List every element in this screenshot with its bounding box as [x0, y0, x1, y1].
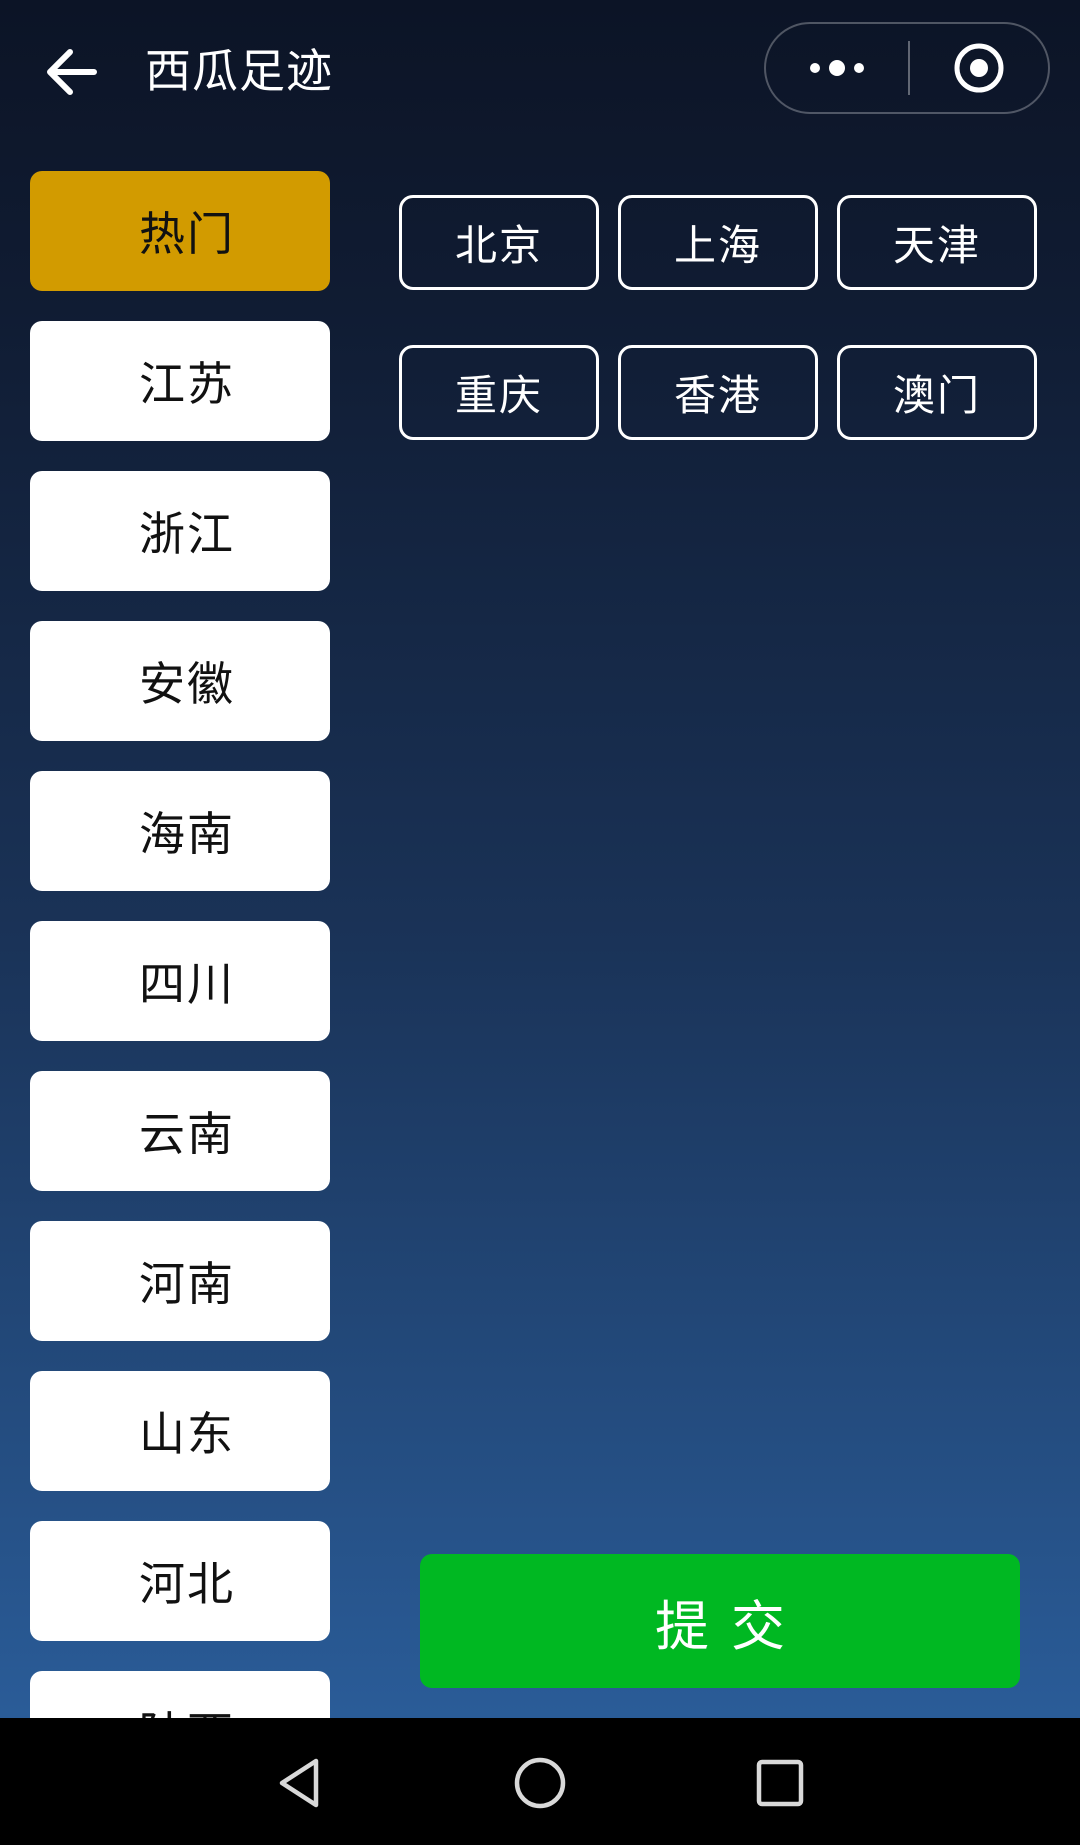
sidebar-item-zhejiang[interactable]: 浙江 — [30, 471, 330, 591]
close-miniprogram-button[interactable] — [910, 24, 1048, 112]
nav-recents-button[interactable] — [735, 1738, 825, 1828]
sidebar-item-shaanxi[interactable]: 陕西 — [30, 1671, 330, 1718]
city-button-chongqing[interactable]: 重庆 — [399, 345, 599, 440]
city-button-beijing[interactable]: 北京 — [399, 195, 599, 290]
back-button[interactable] — [36, 36, 108, 108]
circle-home-icon — [514, 1757, 566, 1809]
sidebar-item-jiangsu[interactable]: 江苏 — [30, 321, 330, 441]
submit-button[interactable]: 提交 — [420, 1554, 1020, 1688]
sidebar-item-hainan[interactable]: 海南 — [30, 771, 330, 891]
system-nav-bar — [0, 1718, 1080, 1845]
sidebar-item-hebei[interactable]: 河北 — [30, 1521, 330, 1641]
sidebar-item-henan[interactable]: 河南 — [30, 1221, 330, 1341]
app-screen: 西瓜足迹 热门 江苏 浙江 安徽 海南 四川 云南 河南 山东 河北 北京 上海… — [0, 0, 1080, 1718]
nav-back-button[interactable] — [255, 1738, 345, 1828]
nav-home-button[interactable] — [495, 1738, 585, 1828]
city-button-tianjin[interactable]: 天津 — [837, 195, 1037, 290]
triangle-back-icon — [279, 1758, 319, 1808]
city-button-hongkong[interactable]: 香港 — [618, 345, 818, 440]
arrow-left-icon — [47, 49, 97, 95]
city-button-shanghai[interactable]: 上海 — [618, 195, 818, 290]
sidebar-item-hot[interactable]: 热门 — [30, 171, 330, 291]
target-circle-icon — [954, 43, 1004, 93]
page-title: 西瓜足迹 — [145, 44, 333, 98]
more-button[interactable] — [766, 24, 908, 112]
sidebar-item-sichuan[interactable]: 四川 — [30, 921, 330, 1041]
sidebar-item-anhui[interactable]: 安徽 — [30, 621, 330, 741]
square-recents-icon — [756, 1759, 804, 1807]
more-dots-icon — [810, 60, 864, 76]
miniprogram-capsule — [764, 22, 1050, 114]
city-button-macau[interactable]: 澳门 — [837, 345, 1037, 440]
province-sidebar: 热门 江苏 浙江 安徽 海南 四川 云南 河南 山东 河北 陕西 — [30, 171, 330, 1718]
sidebar-item-yunnan[interactable]: 云南 — [30, 1071, 330, 1191]
sidebar-item-shandong[interactable]: 山东 — [30, 1371, 330, 1491]
header-bar: 西瓜足迹 — [0, 0, 1080, 140]
